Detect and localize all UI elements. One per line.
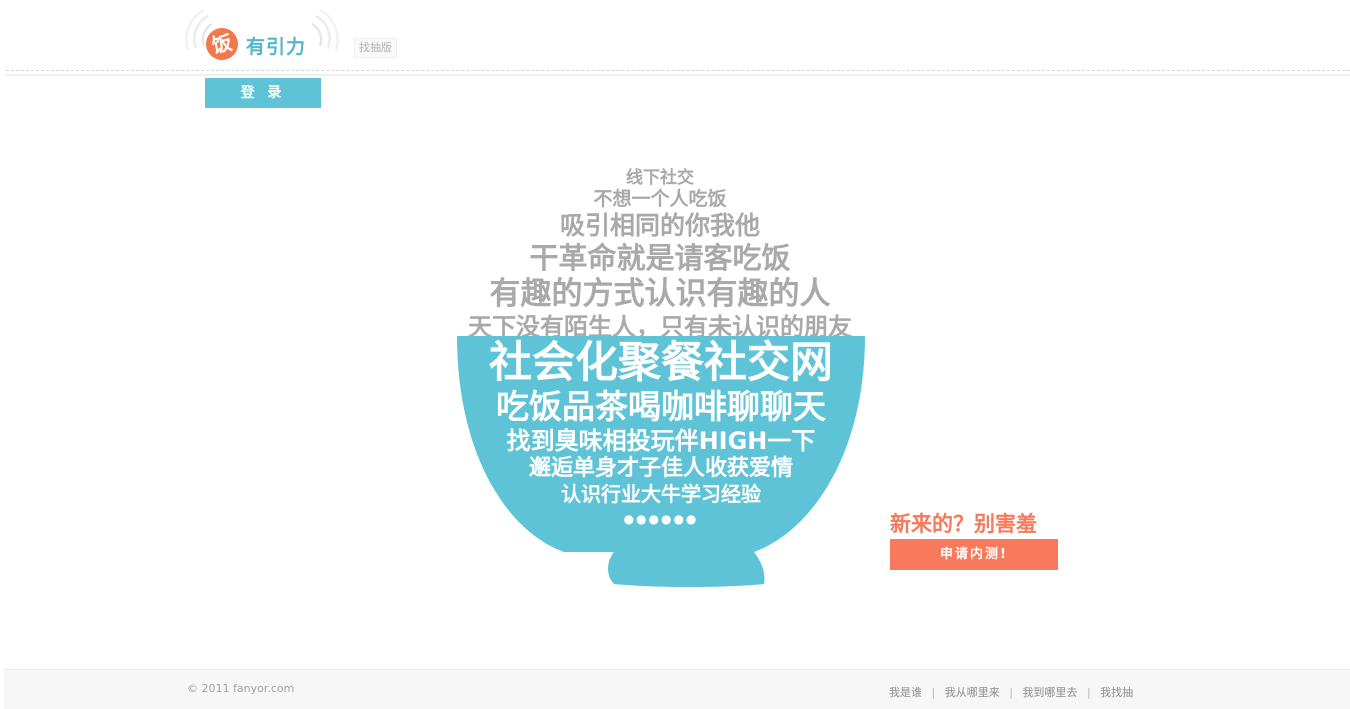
steam-text: 线下社交 不想一个人吃饭 吸引相同的你我他 干革命就是请客吃饭 有趣的方式认识有…: [440, 168, 880, 342]
dots-icon: ●●●●●●: [623, 512, 699, 527]
footer-separator: |: [931, 686, 936, 699]
footer-link-find[interactable]: 我找抽: [1100, 686, 1133, 699]
footer-link-from[interactable]: 我从哪里来: [945, 686, 1000, 699]
bowl-text: 社会化聚餐社交网 吃饭品茶喝咖啡聊聊天 找到臭味相投玩伴HIGH一下 邂逅单身才…: [456, 338, 866, 527]
footer-links: 我是谁 | 我从哪里来 | 我到哪里去 | 我找抽: [889, 684, 1133, 700]
footer-separator: |: [1086, 686, 1091, 699]
login-button[interactable]: 登 录: [205, 78, 321, 108]
steam-line: 不想一个人吃饭: [593, 188, 727, 211]
steam-line: 吸引相同的你我他: [559, 211, 760, 241]
version-tag: 找抽版: [354, 38, 397, 58]
bowl-line: 邂逅单身才子佳人收获爱情: [528, 455, 793, 481]
logo-name: 有引力: [246, 36, 307, 58]
logo[interactable]: 饭 有引力: [182, 8, 342, 66]
page: 饭 有引力 找抽版 登 录 线下社交 不想一个人吃饭 吸引相同的你我他 干革命就…: [0, 0, 1350, 709]
apply-beta-button[interactable]: 申请内测!: [890, 539, 1058, 570]
bowl-line: 社会化聚餐社交网: [489, 338, 833, 388]
bowl-line: 吃饭品茶喝咖啡聊聊天: [496, 387, 826, 427]
header-divider: [6, 70, 1350, 71]
signup-promo: 新来的？别害羞: [890, 512, 1037, 536]
footer-link-to[interactable]: 我到哪里去: [1022, 686, 1077, 699]
header-shadow: [6, 74, 1350, 77]
bowl-line: 认识行业大牛学习经验: [561, 482, 761, 507]
steam-line: 线下社交: [626, 168, 694, 188]
footer-link-who[interactable]: 我是谁: [889, 686, 922, 699]
steam-line: 干革命就是请客吃饭: [529, 241, 791, 276]
bowl-line: 找到臭味相投玩伴HIGH一下: [506, 426, 816, 455]
footer-separator: |: [1009, 686, 1013, 699]
copyright: © 2011 fanyor.com: [187, 682, 295, 695]
footer: © 2011 fanyor.com 我是谁 | 我从哪里来 | 我到哪里去 | …: [4, 669, 1350, 709]
steam-line: 有趣的方式认识有趣的人: [489, 275, 831, 312]
